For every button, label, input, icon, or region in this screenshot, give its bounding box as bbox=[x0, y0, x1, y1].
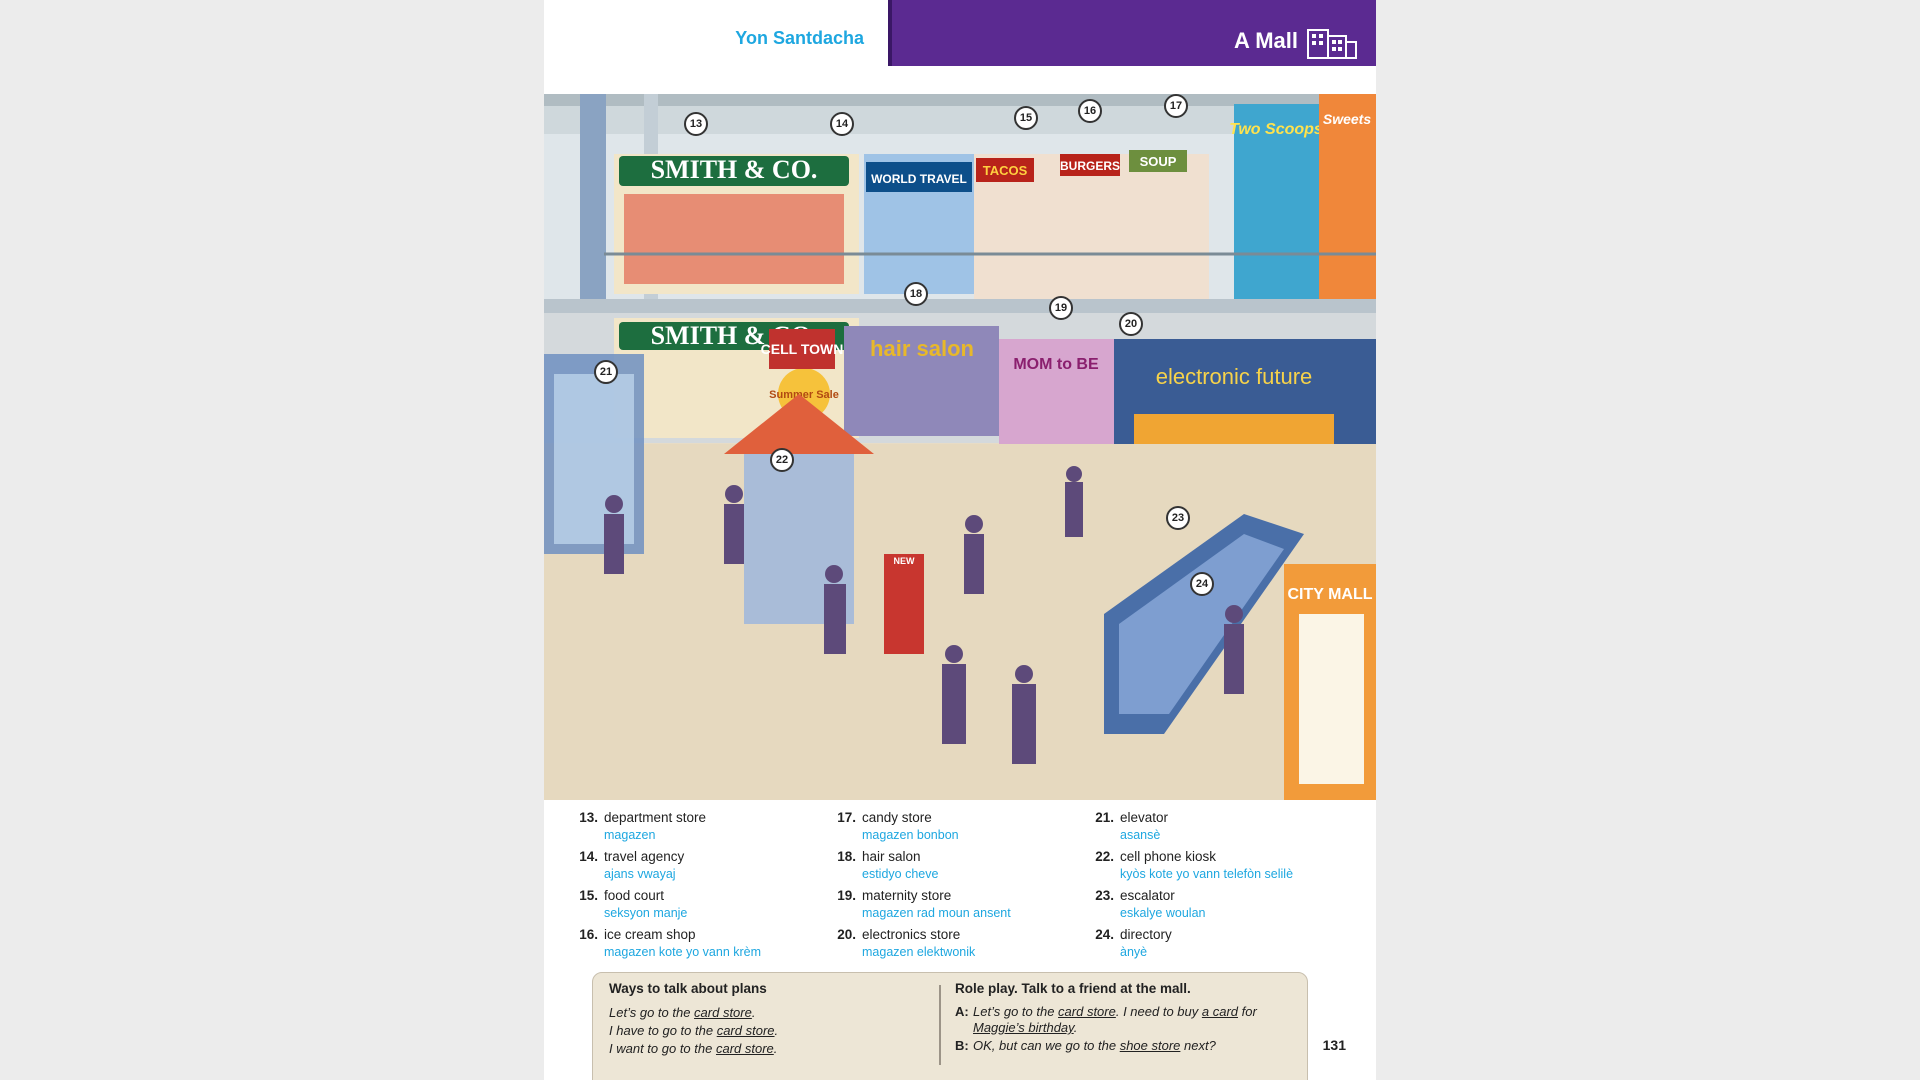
vocab-entry: 15. food court seksyon manje bbox=[579, 888, 688, 920]
label-19: 19 bbox=[1049, 296, 1073, 320]
label-23: 23 bbox=[1166, 506, 1190, 530]
document-viewer: Yon Santdacha A Mall SMITH & CO. WORLD T… bbox=[0, 0, 1920, 1080]
electronics-sign: electronic future bbox=[1156, 364, 1313, 389]
plans-heading: Ways to talk about plans bbox=[609, 981, 767, 996]
vocab-entry: 23. escalator eskalye woulan bbox=[1095, 888, 1206, 920]
burgers-sign: BURGERS bbox=[1060, 159, 1120, 173]
role-line-a: A: Let’s go to the card store. I need to … bbox=[955, 1004, 1257, 1035]
plans-line: I have to go to the card store. bbox=[609, 1023, 779, 1038]
label-21: 21 bbox=[594, 360, 618, 384]
plans-section: Ways to talk about plans Let’s go to the… bbox=[609, 981, 929, 1058]
textbook-page: Yon Santdacha A Mall SMITH & CO. WORLD T… bbox=[544, 0, 1376, 1080]
soup-sign: SOUP bbox=[1140, 154, 1177, 169]
directory-sign: CITY MALL bbox=[1287, 586, 1372, 603]
vocab-entry: 22. cell phone kiosk kyòs kote yo vann tel… bbox=[1095, 849, 1294, 881]
role-line-b: B: OK, but can we go to the shoe store ne… bbox=[955, 1038, 1216, 1053]
vocab-entry: 14. travel agency ajans vwayaj bbox=[579, 849, 685, 881]
vocab-column-3: 21. elevator asansè 22. cell phone kiosk kyò… bbox=[1090, 810, 1360, 966]
vocab-entry: 20. electronics store magazen elektwonik bbox=[837, 927, 976, 959]
role-play-heading: Role play. Talk to a friend at the mall. bbox=[955, 981, 1191, 996]
label-14: 14 bbox=[830, 112, 854, 136]
candy-sign: Sweets bbox=[1323, 111, 1371, 127]
page-number: 131 bbox=[1322, 1037, 1346, 1053]
mall-scene: SMITH & CO. WORLD TRAVEL TACOS BURGERS S… bbox=[544, 94, 1376, 800]
vocab-column-2: 17. candy store magazen bonbon 18. hair sal… bbox=[832, 810, 1072, 966]
role-play-section: Role play. Talk to a friend at the mall.… bbox=[955, 981, 1295, 1056]
header-bar: A Mall bbox=[888, 0, 1376, 66]
label-20: 20 bbox=[1119, 312, 1143, 336]
label-22: 22 bbox=[770, 448, 794, 472]
talk-box: Ways to talk about plans Let’s go to the… bbox=[592, 972, 1308, 1080]
vocab-entry: 19. maternity store magazen rad moun ansen… bbox=[837, 888, 1011, 920]
mall-illustration: SMITH & CO. WORLD TRAVEL TACOS BURGERS S… bbox=[544, 94, 1376, 800]
tacos-sign: TACOS bbox=[983, 163, 1028, 178]
vocab-column-1: 13. department store magazen 14. travel age… bbox=[574, 810, 814, 966]
plans-line: I want to go to the card store. bbox=[609, 1041, 778, 1056]
ice-cream-sign: Two Scoops bbox=[1229, 121, 1323, 138]
vocab-entry: 17. candy store magazen bonbon bbox=[837, 810, 959, 842]
label-18: 18 bbox=[904, 282, 928, 306]
dept-store-sign-upper: SMITH & CO. bbox=[651, 155, 818, 184]
maternity-sign: MOM to BE bbox=[1013, 356, 1099, 373]
kiosk-sign: CELL TOWN bbox=[761, 341, 844, 357]
travel-sign: WORLD TRAVEL bbox=[871, 172, 967, 186]
label-17: 17 bbox=[1164, 94, 1188, 118]
plans-line: Let’s go to the card store. bbox=[609, 1005, 756, 1020]
label-24: 24 bbox=[1190, 572, 1214, 596]
label-16: 16 bbox=[1078, 99, 1102, 123]
talk-divider bbox=[939, 985, 941, 1065]
label-15: 15 bbox=[1014, 106, 1038, 130]
hair-salon-sign: hair salon bbox=[870, 336, 974, 361]
vocab-entry: 18. hair salon estidyo cheve bbox=[837, 849, 939, 881]
vocab-entry: 13. department store magazen bbox=[579, 810, 707, 842]
vocab-entry: 24. directory ànyè bbox=[1095, 927, 1172, 959]
vocab-entry: 16. ice cream shop magazen kote yo vann kr… bbox=[579, 927, 762, 959]
author-name: Yon Santdacha bbox=[735, 28, 864, 48]
label-13: 13 bbox=[684, 112, 708, 136]
new-sign: NEW bbox=[894, 556, 916, 566]
vocab-entry: 21. elevator asansè bbox=[1095, 810, 1169, 842]
mall-building-icon bbox=[1307, 29, 1357, 59]
page-title: A Mall bbox=[1234, 28, 1298, 53]
